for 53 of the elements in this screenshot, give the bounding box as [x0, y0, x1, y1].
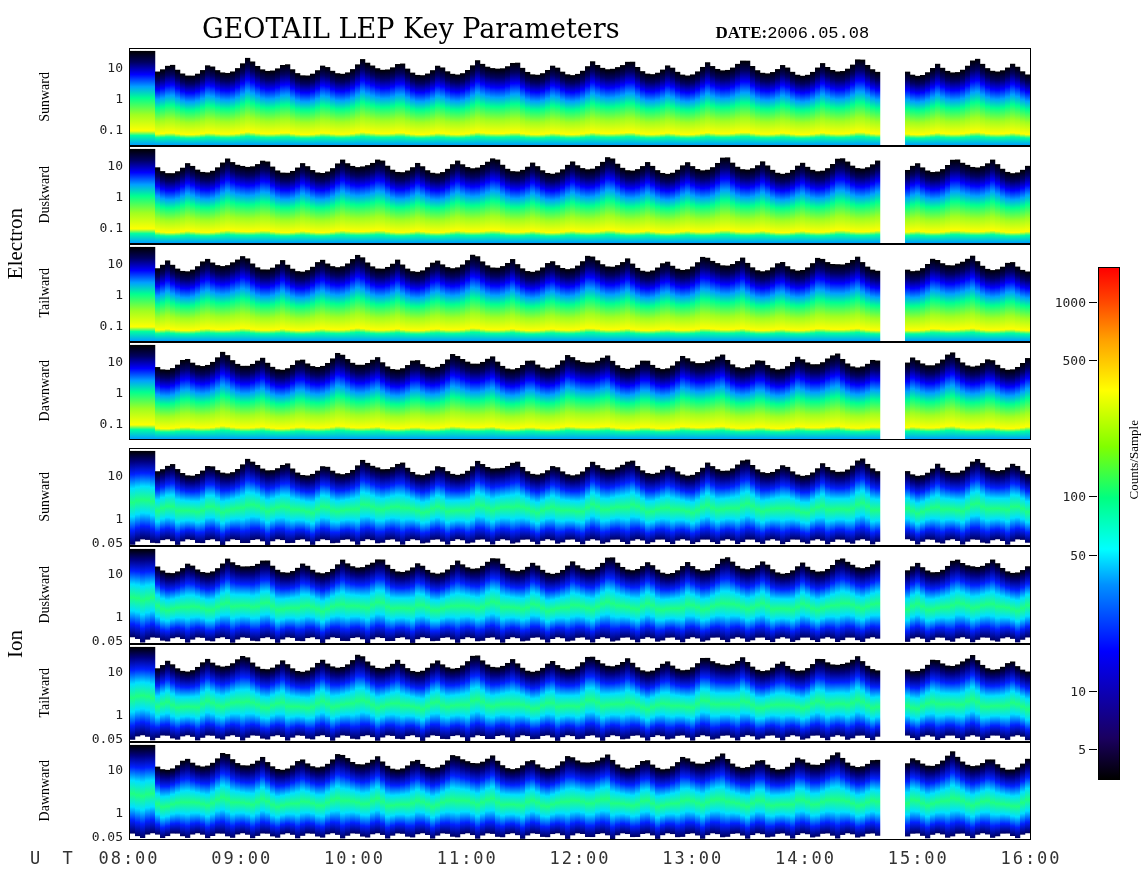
species-label: Electron — [4, 208, 26, 280]
tick-label: 1 — [115, 609, 123, 623]
tick-label: 1 — [115, 189, 123, 203]
axis-label: Dawnward — [38, 760, 52, 822]
axis-label: Duskward — [38, 166, 52, 224]
axis-label: Tailward — [38, 268, 52, 318]
axis-label: Dawnward — [38, 360, 52, 422]
tick-label: 0.05 — [91, 535, 123, 549]
species-label: Ion — [4, 630, 26, 658]
tick-label: 0.05 — [91, 633, 123, 647]
axis-label: Sunward — [38, 72, 52, 122]
axis-label: Duskward — [38, 566, 52, 624]
tick-label: 0.1 — [99, 122, 123, 136]
tick-label: 1 — [115, 91, 123, 105]
tick-label: 1 — [115, 805, 123, 819]
tick-label: 16:00 — [1000, 847, 1062, 870]
tick-label: 10 — [107, 566, 123, 580]
tick-label: 10 — [107, 354, 123, 368]
tick-label: 1 — [115, 385, 123, 399]
tick-label: 11:00 — [436, 847, 499, 870]
tick-label: 100 — [1062, 489, 1086, 503]
tick-label: 12:00 — [549, 847, 611, 870]
tick-label: 10 — [107, 60, 123, 74]
tick-label: 0.1 — [99, 220, 123, 234]
tick-label: 10 — [107, 664, 123, 678]
tick-label: 10 — [1070, 684, 1086, 698]
date-label: DATE:2006.05.08 — [715, 24, 870, 42]
tick-label: 1 — [115, 707, 123, 721]
tick-label: 10 — [107, 762, 123, 776]
axis-label: Sunward — [38, 472, 52, 522]
tick-label: 0.05 — [91, 829, 123, 843]
chart-title: GEOTAIL LEP Key Parameters — [202, 15, 620, 42]
tick-label: 50 — [1070, 548, 1086, 562]
tick-label: 13:00 — [661, 847, 724, 870]
tick-label: 0.1 — [99, 416, 123, 430]
axis-label: Counts/Sample — [1127, 420, 1140, 500]
tick-label: 10 — [107, 256, 123, 270]
tick-label: 10 — [107, 158, 123, 172]
tick-label: 10 — [107, 468, 123, 482]
tick-label: 1 — [115, 287, 123, 301]
tick-label: 0.1 — [99, 318, 123, 332]
tick-label: 0.05 — [91, 731, 123, 745]
axis-label: U T — [29, 847, 80, 870]
tick-label: 1 — [115, 511, 123, 525]
tick-label: 15:00 — [887, 847, 950, 870]
tick-label: 5 — [1078, 742, 1086, 756]
tick-label: 09:00 — [210, 847, 273, 870]
tick-label: 10:00 — [323, 847, 386, 870]
tick-label: 08:00 — [98, 847, 160, 870]
tick-label: 1000 — [1054, 295, 1086, 309]
axis-label: Tailward — [38, 668, 52, 718]
tick-label: 14:00 — [774, 847, 837, 870]
tick-label: 500 — [1062, 353, 1086, 367]
